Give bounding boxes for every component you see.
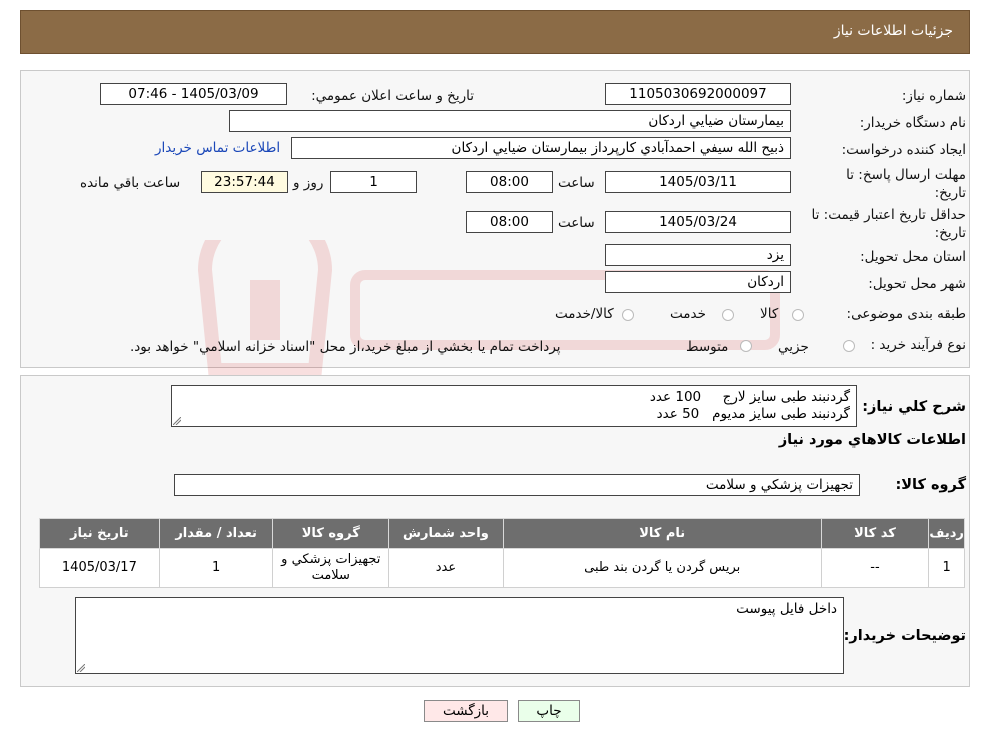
process-note: پرداخت تمام يا بخشي از مبلغ خريد،از محل … (130, 339, 561, 355)
category-label: طبقه بندی موضوعی: (846, 306, 966, 322)
buyer-notes-textarea[interactable]: داخل فایل پیوست (75, 597, 844, 674)
city-field: اردكان (605, 271, 791, 293)
announce-datetime-label: تاریخ و ساعت اعلان عمومي: (311, 88, 474, 104)
process-radio-minor[interactable] (843, 340, 855, 352)
cell-unit: عدد (388, 548, 504, 588)
cell-name: بريس گردن يا گردن بند طبی (502, 548, 822, 588)
requester-field: ذبيح الله سيفي احمدآبادي كارپرداز بيمارس… (291, 137, 791, 159)
print-button[interactable]: چاپ (518, 700, 580, 722)
need-number-field: 1105030692000097 (605, 83, 791, 105)
col-unit: واحد شمارش (388, 518, 504, 549)
need-number-label: شماره نیاز: (901, 88, 966, 104)
buyer-contact-link[interactable]: اطلاعات تماس خريدار (155, 140, 280, 156)
col-group: گروه كالا (272, 518, 390, 549)
category-option-service: خدمت (670, 306, 706, 322)
col-qty: تعداد / مقدار (158, 518, 274, 549)
announce-datetime-field: 1405/03/09 - 07:46 (100, 83, 287, 105)
resize-grip-icon[interactable] (173, 417, 181, 425)
city-label: شهر محل تحويل: (868, 276, 966, 292)
category-radio-service[interactable] (722, 309, 734, 321)
process-option-medium: متوسط (686, 339, 729, 355)
deadline-time-field: 08:00 (466, 171, 553, 193)
deadline-date-field: 1405/03/11 (605, 171, 791, 193)
validity-label: حداقل تاريخ اعتبار قيمت: تا تاريخ: (811, 207, 966, 241)
validity-time-field: 08:00 (466, 211, 553, 233)
cell-code: -- (820, 548, 930, 588)
days-field: 1 (330, 171, 417, 193)
buyer-notes-label: توضيحات خريدار: (843, 628, 966, 644)
summary-line-1: گردنبند طبی سایز لارج 100 عدد (649, 389, 850, 405)
cell-row: 1 (928, 548, 965, 588)
goods-table: رديف كد كالا نام كالا واحد شمارش گروه كا… (39, 518, 965, 588)
back-button[interactable]: بازگشت (424, 700, 508, 722)
remaining-time-field: 23:57:44 (201, 171, 288, 193)
page-title: جزئیات اطلاعات نیاز (833, 23, 953, 39)
validity-time-label: ساعت (558, 215, 595, 231)
category-radio-goods-service[interactable] (622, 309, 634, 321)
summary-line-2: گردنبند طبی سایز مدیوم 50 عدد (656, 406, 850, 422)
category-radio-goods[interactable] (792, 309, 804, 321)
buyer-org-field: بيمارستان ضيايي اردكان (229, 110, 791, 132)
goods-info-title: اطلاعات كالاهاي مورد نياز (778, 432, 966, 448)
buyer-notes-text: داخل فایل پیوست (736, 601, 837, 617)
summary-textarea[interactable]: گردنبند طبی سایز لارج 100 عدد گردنبند طب… (171, 385, 857, 427)
process-radio-medium[interactable] (740, 340, 752, 352)
category-option-goods: كالا (760, 306, 779, 322)
province-field: يزد (605, 244, 791, 266)
deadline-label: مهلت ارسال پاسخ: تا تاريخ: (846, 167, 966, 201)
deadline-time-label: ساعت (558, 175, 595, 191)
table-header-row: رديف كد كالا نام كالا واحد شمارش گروه كا… (39, 518, 965, 549)
col-row: رديف (928, 518, 965, 549)
province-label: استان محل تحويل: (860, 249, 966, 265)
cell-qty: 1 (158, 548, 274, 588)
summary-label: شرح كلي نياز: (862, 399, 966, 415)
remaining-label: ساعت باقي مانده (80, 175, 181, 191)
cell-date: 1405/03/17 (39, 548, 160, 588)
requester-label: ايجاد کننده درخواست: (841, 142, 966, 158)
category-option-goods-service: كالا/خدمت (555, 306, 614, 322)
goods-group-label: گروه كالا: (895, 477, 966, 493)
cell-group: تجهيزات پزشكي و سلامت (272, 548, 390, 588)
col-name: نام كالا (502, 518, 822, 549)
resize-grip-icon[interactable] (77, 664, 85, 672)
page-header: جزئیات اطلاعات نیاز (20, 10, 970, 54)
process-option-minor: جزيي (778, 339, 809, 355)
col-code: كد كالا (820, 518, 930, 549)
validity-date-field: 1405/03/24 (605, 211, 791, 233)
goods-group-field: تجهيزات پزشكي و سلامت (174, 474, 860, 496)
table-row[interactable]: 1 -- بريس گردن يا گردن بند طبی عدد تجهيز… (39, 548, 965, 588)
days-label: روز و (293, 175, 324, 191)
process-label: نوع فرآيند خريد : (870, 337, 966, 353)
col-date: تاريخ نياز (39, 518, 160, 549)
buyer-org-label: نام دستگاه خريدار: (859, 115, 966, 131)
